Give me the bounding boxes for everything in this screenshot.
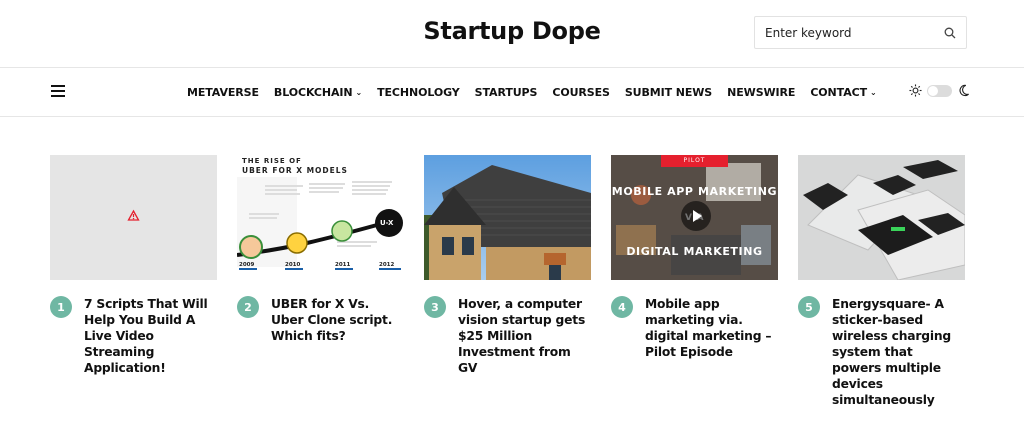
post-thumbnail[interactable]: THE RISE OF UBER FOR X MODELS U-X 2009 2… [237,155,404,280]
thumbnail-text: MOBILE APP MARKETING [611,185,778,198]
nav-item-technology[interactable]: TECHNOLOGY [377,86,460,99]
post-thumbnail[interactable] [50,155,217,280]
nav-item-courses[interactable]: COURSES [552,86,610,99]
infographic-heading: THE RISE OF [242,157,302,165]
year-label: 2011 [335,262,351,268]
year-label: 2009 [239,262,255,268]
play-icon[interactable] [681,201,711,231]
search-icon[interactable] [944,27,956,39]
year-label: 2010 [285,262,301,268]
charging-pad-image [798,155,965,280]
dark-mode-toggle[interactable] [927,84,952,97]
rank-badge: 1 [50,296,72,318]
post-title[interactable]: 7 Scripts That Will Help You Build A Liv… [84,296,217,376]
chevron-down-icon: ⌄ [355,88,363,97]
post-card: 3 Hover, a computer vision startup gets … [424,155,591,408]
rank-badge: 5 [798,296,820,318]
nav-item-metaverse[interactable]: METAVERSE [187,86,259,99]
moon-icon [959,84,969,97]
post-title[interactable]: Energysquare- A sticker-based wireless c… [832,296,965,408]
site-header: Startup Dope [0,0,1024,68]
post-title[interactable]: UBER for X Vs. Uber Clone script. Which … [271,296,404,344]
nav-item-blockchain[interactable]: BLOCKCHAIN ⌄ [274,86,362,99]
infographic-badge: U-X [380,219,394,227]
sun-icon [909,84,922,97]
nav-item-submit-news[interactable]: SUBMIT NEWS [625,86,712,99]
search-input[interactable] [765,25,925,40]
nav-item-newswire[interactable]: NEWSWIRE [727,86,795,99]
nav-menu: METAVERSE BLOCKCHAIN ⌄ TECHNOLOGY STARTUP… [187,68,877,117]
post-card: PILOT MOBILE APP MARKETING VIA DIGITAL M… [611,155,778,408]
rank-badge: 4 [611,296,633,318]
chevron-down-icon: ⌄ [870,88,877,97]
post-card: 1 7 Scripts That Will Help You Build A L… [50,155,217,408]
post-thumbnail[interactable] [798,155,965,280]
nav-item-contact[interactable]: CONTACT ⌄ [810,86,876,99]
post-title[interactable]: Mobile app marketing via. digital market… [645,296,778,360]
post-card: THE RISE OF UBER FOR X MODELS U-X 2009 2… [237,155,404,408]
nav-item-startups[interactable]: STARTUPS [475,86,538,99]
search-box[interactable] [754,16,967,49]
main-navbar: METAVERSE BLOCKCHAIN ⌄ TECHNOLOGY STARTUP… [0,68,1024,117]
post-thumbnail[interactable] [424,155,591,280]
thumbnail-text: DIGITAL MARKETING [626,245,763,258]
broken-image-icon [127,209,140,221]
year-label: 2012 [379,262,395,268]
rank-badge: 2 [237,296,259,318]
post-title[interactable]: Hover, a computer vision startup gets $2… [458,296,591,376]
post-grid: 1 7 Scripts That Will Help You Build A L… [50,155,967,408]
rank-badge: 3 [424,296,446,318]
post-thumbnail[interactable]: PILOT MOBILE APP MARKETING VIA DIGITAL M… [611,155,778,280]
pilot-tag: PILOT [661,155,728,167]
infographic-subheading: UBER FOR X MODELS [242,166,348,175]
post-card: 5 Energysquare- A sticker-based wireless… [798,155,965,408]
theme-switcher [909,84,970,97]
house-roof-image [424,155,591,280]
hamburger-menu-icon[interactable] [51,85,65,97]
